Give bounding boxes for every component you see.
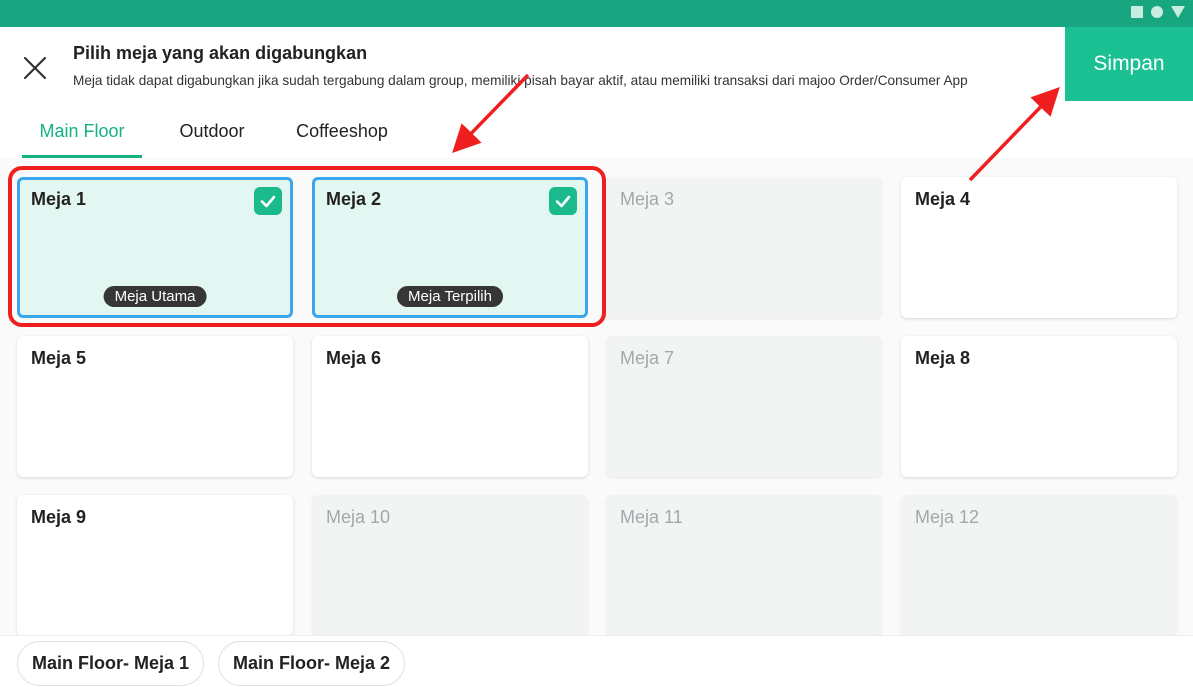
recent-apps-icon [1131,6,1143,18]
table-card-meja-12: Meja 12 [901,495,1177,636]
back-icon [1171,6,1185,18]
close-icon [23,56,47,80]
selected-table-chip[interactable]: Main Floor- Meja 1 [17,641,205,686]
table-card-meja-9[interactable]: Meja 9 [17,495,293,636]
dialog-title: Pilih meja yang akan digabungkan [73,43,368,63]
table-name: Meja 10 [326,507,391,527]
table-name: Meja 8 [915,348,971,368]
table-card-meja-10: Meja 10 [312,495,588,636]
checkbox-checked[interactable] [549,187,577,215]
table-card-meja-8[interactable]: Meja 8 [901,336,1177,477]
table-name: Meja 9 [31,507,87,527]
checkbox-checked[interactable] [254,187,282,215]
table-card-meja-11: Meja 11 [606,495,882,636]
main-table-badge: Meja Utama [103,286,207,307]
table-card-meja-2[interactable]: Meja 2 Meja Terpilih [312,177,588,318]
system-icons [1131,6,1185,18]
table-name: Meja 6 [326,348,382,368]
table-name: Meja 5 [31,348,87,368]
close-button[interactable] [18,51,52,85]
status-bar [0,0,1193,27]
table-card-meja-6[interactable]: Meja 6 [312,336,588,477]
table-card-meja-1[interactable]: Meja 1 Meja Utama [17,177,293,318]
save-button[interactable]: Simpan [1065,27,1193,101]
tab-main-floor[interactable]: Main Floor [22,111,142,158]
floor-tabs: Main Floor Outdoor Coffeeshop [22,111,404,158]
tab-coffeeshop[interactable]: Coffeeshop [280,111,404,158]
table-name: Meja 4 [915,189,971,209]
selected-table-chip[interactable]: Main Floor- Meja 2 [218,641,406,686]
dialog-subtitle: Meja tidak dapat digabungkan jika sudah … [73,73,968,88]
home-icon [1151,6,1163,18]
table-name: Meja 12 [915,507,980,527]
check-icon [260,195,276,208]
table-name: Meja 7 [620,348,675,368]
table-card-meja-7: Meja 7 [606,336,882,477]
dialog-header: Pilih meja yang akan digabungkan Meja ti… [0,27,1193,158]
table-name: Meja 2 [326,189,382,209]
tab-outdoor[interactable]: Outdoor [162,111,262,158]
table-card-meja-4[interactable]: Meja 4 [901,177,1177,318]
table-name: Meja 1 [31,189,87,209]
check-icon [555,195,571,208]
selected-table-badge: Meja Terpilih [397,286,503,307]
table-card-meja-3: Meja 3 [606,177,882,318]
table-name: Meja 11 [620,507,683,527]
table-card-meja-5[interactable]: Meja 5 [17,336,293,477]
table-name: Meja 3 [620,189,675,209]
selected-tables-footer: Main Floor- Meja 1 Main Floor- Meja 2 [0,635,1193,687]
